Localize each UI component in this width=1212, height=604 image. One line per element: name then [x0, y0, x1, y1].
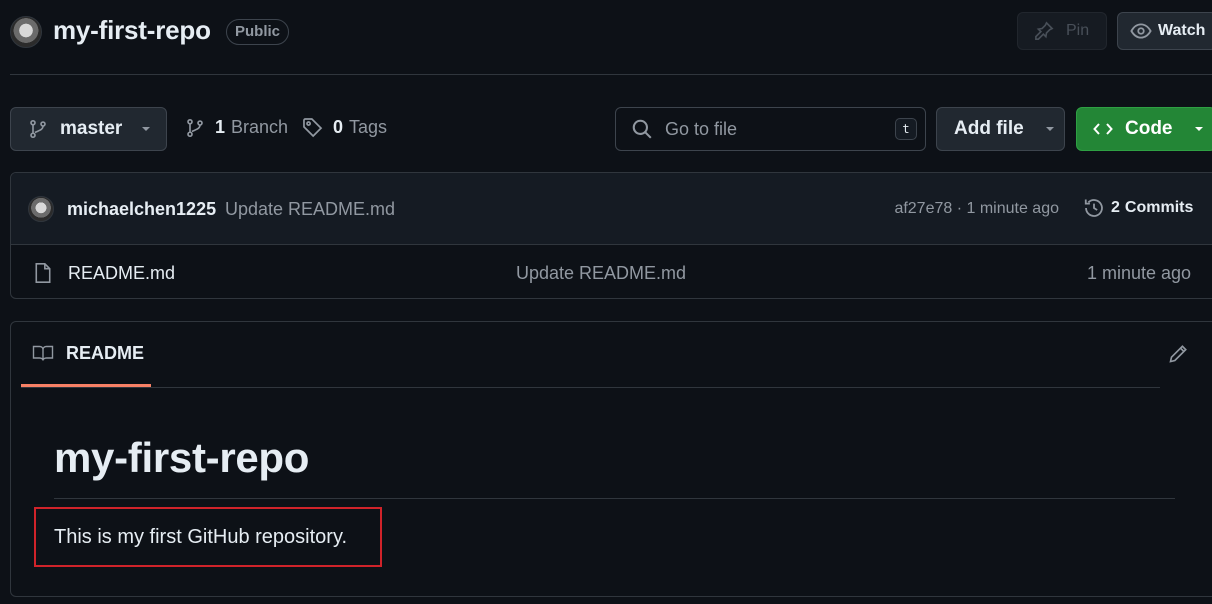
- tag-label: Tags: [349, 117, 388, 137]
- readme-tab-label: README: [66, 342, 145, 363]
- commits-history-link[interactable]: 2 Commits: [1083, 197, 1193, 219]
- repo-title[interactable]: my-first-repo: [53, 15, 211, 46]
- owner-avatar[interactable]: [10, 16, 42, 48]
- branches-link[interactable]: 1 Branch: [185, 117, 288, 138]
- chevron-down-icon: [1193, 125, 1205, 133]
- tag-icon: [302, 117, 323, 138]
- file-commit-message[interactable]: Update README.md: [516, 263, 686, 284]
- go-to-file-input[interactable]: Go to file t: [615, 107, 926, 151]
- chevron-down-icon: [140, 125, 152, 133]
- pin-icon: [1034, 21, 1054, 41]
- commits-count: 2: [1111, 199, 1120, 216]
- visibility-badge: Public: [226, 19, 290, 45]
- branch-label: Branch: [231, 117, 289, 137]
- code-button[interactable]: Code: [1076, 107, 1212, 151]
- code-label: Code: [1125, 118, 1173, 139]
- history-icon: [1083, 197, 1105, 219]
- branch-name: master: [60, 118, 123, 139]
- commits-label: Commits: [1124, 199, 1194, 216]
- file-icon: [33, 262, 53, 284]
- keyboard-shortcut-hint: t: [895, 118, 917, 140]
- tab-readme[interactable]: README: [21, 322, 151, 387]
- watch-button[interactable]: Watch: [1117, 12, 1212, 50]
- commit-message[interactable]: Update README.md: [225, 199, 395, 220]
- file-commit-time: 1 minute ago: [1087, 263, 1192, 283]
- tag-count: 0: [333, 117, 344, 137]
- git-branch-icon: [185, 118, 205, 138]
- watch-label: Watch: [1158, 22, 1206, 39]
- header-divider: [10, 74, 1212, 75]
- search-icon: [631, 118, 653, 140]
- latest-commit-row: michaelchen1225 Update README.md af27e78…: [11, 173, 1212, 245]
- annotation-highlight-box: [34, 507, 382, 567]
- tags-link[interactable]: 0 Tags: [302, 117, 387, 138]
- heading-divider: [54, 498, 1175, 499]
- file-name-link[interactable]: README.md: [68, 263, 175, 284]
- git-branch-icon: [28, 119, 48, 139]
- avatar[interactable]: [28, 196, 54, 222]
- add-file-label: Add file: [954, 118, 1024, 139]
- file-browser: michaelchen1225 Update README.md af27e78…: [10, 172, 1212, 299]
- search-placeholder: Go to file: [665, 118, 738, 139]
- book-icon: [32, 344, 54, 362]
- table-row[interactable]: README.md Update README.md 1 minute ago: [11, 245, 1212, 298]
- add-file-button[interactable]: Add file: [936, 107, 1065, 151]
- chevron-down-icon: [1044, 125, 1056, 133]
- pin-button[interactable]: Pin: [1017, 12, 1107, 50]
- pin-label: Pin: [1066, 22, 1090, 39]
- commit-sha-and-time[interactable]: af27e78 · 1 minute ago: [894, 200, 1059, 218]
- pencil-icon[interactable]: [1168, 344, 1188, 364]
- commit-author[interactable]: michaelchen1225: [67, 199, 216, 220]
- branch-selector[interactable]: master: [10, 107, 167, 151]
- branch-count: 1: [215, 117, 226, 137]
- eye-icon: [1130, 20, 1152, 42]
- readme-heading: my-first-repo: [54, 434, 310, 481]
- code-icon: [1093, 121, 1113, 137]
- readme-tab-bar: README: [21, 322, 1160, 388]
